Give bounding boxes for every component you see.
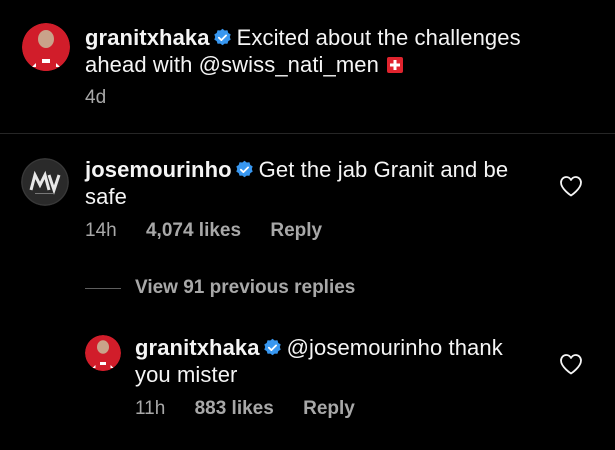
- caption-text: granitxhaka Excited about the challenges …: [85, 24, 585, 78]
- reply-meta: 11h 883 likes Reply: [135, 398, 379, 420]
- reply-text-line1: @josemourinho thank: [286, 335, 503, 360]
- avatar-image: [85, 335, 121, 371]
- caption-meta: 4d: [85, 87, 130, 109]
- reply-time: 11h: [135, 398, 166, 419]
- view-replies-label: View 91 previous replies: [135, 277, 356, 298]
- caption-text-line1: Excited about the challenges: [236, 25, 521, 50]
- comment-text-line2: safe: [85, 184, 127, 209]
- comment-username[interactable]: josemourinho: [85, 157, 232, 182]
- comment-reply-button[interactable]: Reply: [270, 220, 322, 241]
- avatar-image: [21, 158, 69, 206]
- comment-text: josemourinho Get the jab Granit and be sa…: [85, 156, 555, 210]
- reply-likes[interactable]: 883 likes: [195, 398, 274, 419]
- post-caption: granitxhaka Excited about the challenges …: [0, 0, 615, 134]
- reply-username[interactable]: granitxhaka: [135, 335, 260, 360]
- swiss-flag-icon: [386, 57, 403, 73]
- caption-username[interactable]: granitxhaka: [85, 25, 210, 50]
- view-replies-button[interactable]: View 91 previous replies: [85, 277, 355, 299]
- caption-text-line2: ahead with @swiss_nati_men: [85, 52, 379, 77]
- like-heart-icon[interactable]: [559, 353, 583, 375]
- like-heart-icon[interactable]: [559, 175, 583, 197]
- comment-text-line1: Get the jab Granit and be: [258, 157, 509, 182]
- comment-meta: 14h 4,074 likes Reply: [85, 220, 346, 242]
- replies-divider: [85, 287, 121, 289]
- avatar[interactable]: [85, 335, 121, 371]
- verified-badge-icon: [235, 160, 253, 178]
- verified-badge-icon: [263, 338, 281, 356]
- reply-text-line2: you mister: [135, 362, 238, 387]
- avatar[interactable]: [21, 158, 69, 206]
- avatar[interactable]: [22, 23, 70, 71]
- comment-likes[interactable]: 4,074 likes: [146, 220, 241, 241]
- reply-reply-button[interactable]: Reply: [303, 398, 355, 419]
- comment-time: 14h: [85, 220, 117, 241]
- caption-time: 4d: [85, 87, 107, 108]
- reply-text: granitxhaka @josemourinho thank you miste…: [135, 334, 555, 388]
- verified-badge-icon: [213, 28, 231, 46]
- avatar-image: [22, 23, 70, 71]
